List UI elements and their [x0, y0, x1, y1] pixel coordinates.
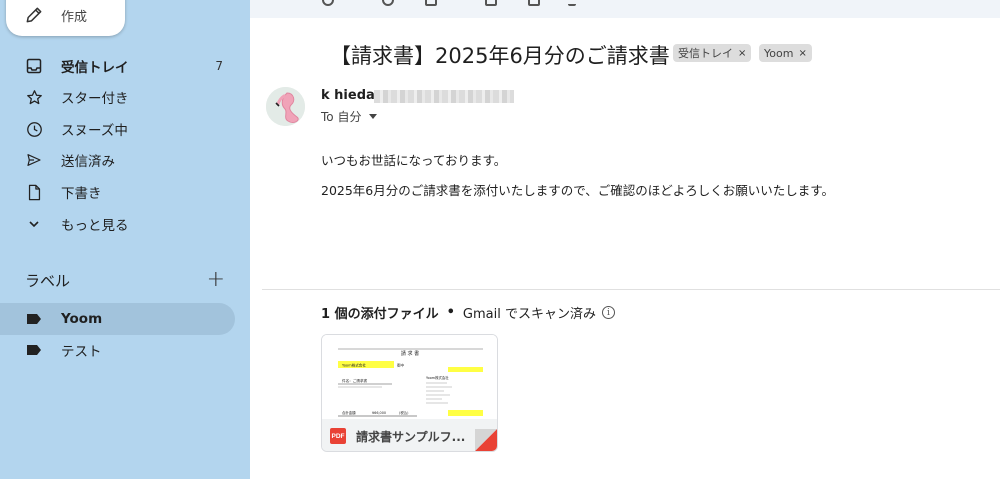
recipients-toggle[interactable]: To 自分: [321, 108, 378, 125]
attachment-card[interactable]: 請 求 書 Yoom株式会社 御中 件名：ご請求書 Yoom株式会社 合計金額 …: [321, 334, 498, 452]
sidebar-item-label: もっと見る: [61, 218, 129, 234]
sidebar-item-label: Yoom: [61, 311, 103, 327]
archive-icon[interactable]: [322, 0, 334, 6]
chip-label: 受信トレイ: [678, 47, 733, 60]
flamingo-avatar-icon: [266, 87, 305, 126]
draft-icon: [25, 183, 43, 201]
caret-down-icon: [369, 114, 378, 119]
add-label-button[interactable]: +: [207, 269, 225, 291]
sidebar-item-label: 下書き: [61, 186, 102, 202]
sidebar-item-inbox[interactable]: 受信トレイ 7: [0, 50, 235, 82]
sender-name: k hieda: [321, 88, 375, 103]
divider: [262, 289, 1000, 290]
back-icon[interactable]: [267, 0, 283, 8]
chip-yoom[interactable]: Yoom ×: [759, 44, 812, 62]
scan-status: Gmail でスキャン済み: [462, 307, 596, 322]
pencil-icon: [26, 7, 42, 23]
chip-inbox[interactable]: 受信トレイ ×: [673, 44, 752, 62]
sidebar-item-more[interactable]: もっと見る: [0, 208, 235, 240]
sidebar-item-label: 受信トレイ: [61, 60, 129, 76]
sidebar: 作成 受信トレイ 7 スター付き スヌーズ中 送信済み 下書き もっと見る ラベ…: [0, 0, 250, 479]
chip-label: Yoom: [764, 46, 794, 60]
sidebar-label-test[interactable]: テスト: [0, 334, 235, 366]
inbox-icon: [25, 57, 43, 75]
clock-icon: [25, 120, 43, 138]
preview-tax-note: (税込): [399, 410, 409, 415]
preview-title: 請 求 書: [401, 350, 419, 357]
chevron-down-icon: [25, 215, 43, 233]
preview-total-label: 合計金額: [342, 410, 356, 415]
preview-sender: Yoom株式会社: [426, 375, 449, 380]
labels-heading: ラベル: [25, 271, 71, 290]
compose-label: 作成: [61, 9, 88, 25]
snooze-icon[interactable]: [382, 0, 394, 6]
unread-count: 7: [215, 59, 223, 73]
sidebar-item-label: スター付き: [61, 91, 129, 107]
compose-button[interactable]: 作成: [6, 0, 125, 36]
email-body-line: 2025年6月分のご請求書を添付いたしますので、ご確認のほどよろしくお願いいたし…: [321, 183, 835, 198]
sidebar-item-label: テスト: [61, 344, 102, 360]
avatar[interactable]: [266, 87, 305, 126]
labels-header: ラベル +: [25, 269, 225, 291]
email-body-line: いつもお世話になっております。: [321, 153, 507, 168]
sidebar-item-sent[interactable]: 送信済み: [0, 144, 235, 176]
attachment-filename: 請求書サンプルフ...: [356, 429, 466, 444]
attachment-count: 1 個の添付ファイル: [321, 307, 439, 322]
sidebar-label-yoom[interactable]: Yoom: [0, 303, 235, 335]
preview-total-value: ¥66,000: [372, 411, 386, 415]
sidebar-item-drafts[interactable]: 下書き: [0, 176, 235, 208]
label-icon[interactable]: [528, 0, 540, 6]
info-icon[interactable]: i: [601, 306, 615, 319]
separator: •: [446, 305, 455, 320]
move-icon[interactable]: [485, 0, 497, 6]
page-fold-icon: [475, 429, 497, 451]
preview-company: Yoom株式会社: [342, 363, 366, 368]
more-icon[interactable]: [568, 0, 576, 6]
preview-subject: 件名：ご請求書: [342, 378, 368, 383]
label-tag-icon: [25, 341, 43, 359]
chip-remove-button[interactable]: ×: [798, 48, 806, 59]
attachments-header: 1 個の添付ファイル • Gmail でスキャン済み i: [321, 303, 615, 322]
preview-honorific: 御中: [397, 363, 405, 368]
sender-email-redacted: [374, 90, 514, 103]
pdf-file-icon: PDF: [330, 428, 346, 444]
task-icon[interactable]: [425, 0, 437, 6]
label-tag-icon: [25, 310, 43, 328]
sidebar-item-starred[interactable]: スター付き: [0, 81, 235, 113]
sidebar-item-snoozed[interactable]: スヌーズ中: [0, 113, 235, 145]
send-icon: [25, 151, 43, 169]
sidebar-item-label: スヌーズ中: [61, 123, 128, 139]
attachment-footer: PDF 請求書サンプルフ...: [322, 419, 497, 451]
toolbar: [250, 0, 1000, 18]
to-label: To 自分: [321, 110, 362, 124]
chip-remove-button[interactable]: ×: [738, 48, 746, 59]
pdf-preview-thumbnail: 請 求 書 Yoom株式会社 御中 件名：ご請求書 Yoom株式会社 合計金額 …: [322, 335, 497, 419]
email-subject: 【請求書】2025年6月分のご請求書: [330, 44, 670, 68]
star-icon: [25, 88, 43, 106]
sidebar-item-label: 送信済み: [61, 154, 115, 170]
